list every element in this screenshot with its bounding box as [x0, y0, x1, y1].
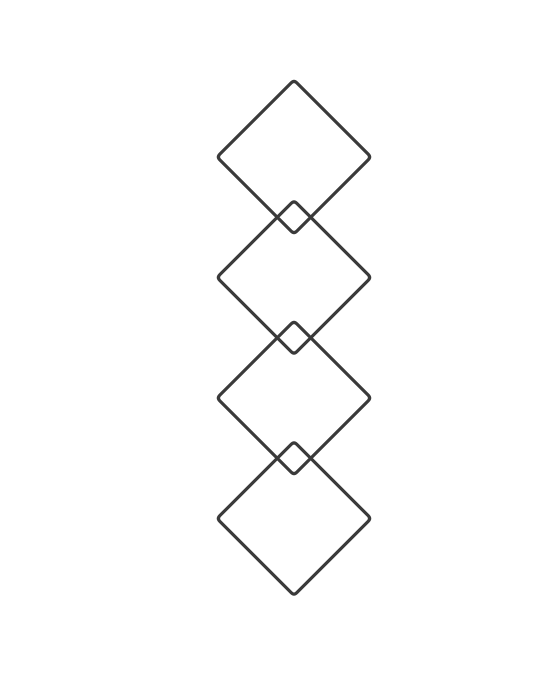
- diamond-3: [216, 320, 372, 476]
- diamond-2: [216, 200, 372, 355]
- diamond-chain-figure: [216, 79, 372, 596]
- diamond-1: [216, 79, 372, 235]
- diamond-group: [216, 79, 372, 596]
- diamond-4: [216, 441, 372, 596]
